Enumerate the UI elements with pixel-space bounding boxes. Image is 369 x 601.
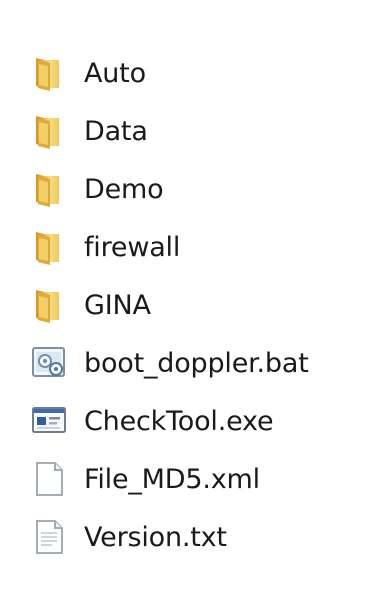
folder-icon — [28, 168, 70, 210]
list-item-gina[interactable]: GINA — [28, 276, 363, 334]
list-item-version[interactable]: Version.txt — [28, 508, 363, 566]
file-name: Data — [84, 115, 148, 147]
file-name: GINA — [84, 289, 151, 321]
text-document-icon — [28, 516, 70, 558]
file-name: CheckTool.exe — [84, 405, 274, 437]
file-name: firewall — [84, 231, 181, 263]
list-item-data[interactable]: Data — [28, 102, 363, 160]
document-icon — [28, 458, 70, 500]
file-name: Version.txt — [84, 521, 227, 553]
folder-icon — [28, 110, 70, 152]
list-item-auto[interactable]: Auto — [28, 44, 363, 102]
file-name: File_MD5.xml — [84, 463, 260, 495]
file-list: Auto Data Demo firewall GINA boot_dopple… — [28, 44, 363, 566]
list-item-firewall[interactable]: firewall — [28, 218, 363, 276]
file-name: Auto — [84, 57, 146, 89]
list-item-file-md5[interactable]: File_MD5.xml — [28, 450, 363, 508]
file-name: boot_doppler.bat — [84, 347, 309, 379]
folder-icon — [28, 284, 70, 326]
folder-icon — [28, 52, 70, 94]
file-name: Demo — [84, 173, 164, 205]
executable-icon — [28, 400, 70, 442]
list-item-demo[interactable]: Demo — [28, 160, 363, 218]
list-item-checktool[interactable]: CheckTool.exe — [28, 392, 363, 450]
batch-file-icon — [28, 342, 70, 384]
list-item-boot-doppler[interactable]: boot_doppler.bat — [28, 334, 363, 392]
folder-icon — [28, 226, 70, 268]
